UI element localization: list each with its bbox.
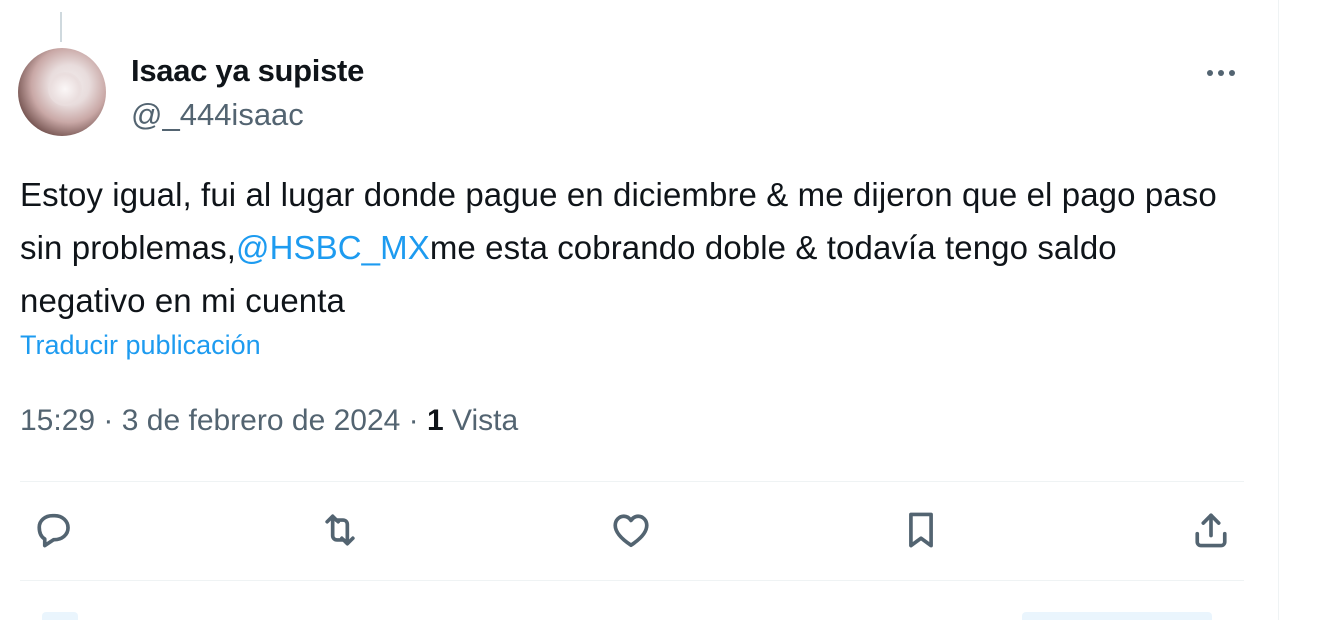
bookmark-button[interactable] <box>895 504 947 556</box>
action-bar <box>0 484 1278 580</box>
avatar-highlight <box>48 72 82 106</box>
divider <box>20 580 1244 581</box>
more-dot-icon <box>1218 70 1224 76</box>
reply-button[interactable] <box>27 504 79 556</box>
more-dot-icon <box>1207 70 1213 76</box>
meta-separator: · <box>408 404 419 437</box>
reply-icon <box>37 513 70 548</box>
mention-link[interactable]: @HSBC_MX <box>236 229 430 266</box>
divider <box>20 481 1244 482</box>
tweet-text: Estoy igual, fui al lugar donde pague en… <box>20 168 1245 327</box>
heart-icon <box>613 514 649 548</box>
timeline-border <box>1278 0 1279 620</box>
bookmark-icon <box>909 512 933 548</box>
repost-button[interactable] <box>314 504 366 556</box>
translate-post-link[interactable]: Traducir publicación <box>20 330 261 361</box>
share-icon <box>1195 513 1227 548</box>
avatar[interactable] <box>18 48 106 136</box>
next-item-edge <box>1022 612 1212 620</box>
thread-connector-line <box>60 12 62 42</box>
next-item-edge <box>42 612 78 620</box>
views-count: 1 <box>427 404 444 437</box>
author-handle[interactable]: @_444isaac <box>131 97 304 133</box>
repost-icon <box>325 514 355 546</box>
tweet-metadata: 15:29 · 3 de febrero de 2024 · 1 Vista <box>20 404 518 438</box>
tweet-card[interactable]: Isaac ya supiste @_444isaac Estoy igual,… <box>0 0 1278 620</box>
like-button[interactable] <box>605 504 657 556</box>
share-button[interactable] <box>1185 504 1237 556</box>
author-display-name[interactable]: Isaac ya supiste <box>131 53 364 89</box>
tweet-time[interactable]: 15:29 <box>20 404 95 437</box>
views-label: Vista <box>452 404 519 437</box>
meta-separator: · <box>103 404 114 437</box>
more-dot-icon <box>1229 70 1235 76</box>
more-options-button[interactable] <box>1198 56 1244 90</box>
tweet-date[interactable]: 3 de febrero de 2024 <box>122 404 401 437</box>
